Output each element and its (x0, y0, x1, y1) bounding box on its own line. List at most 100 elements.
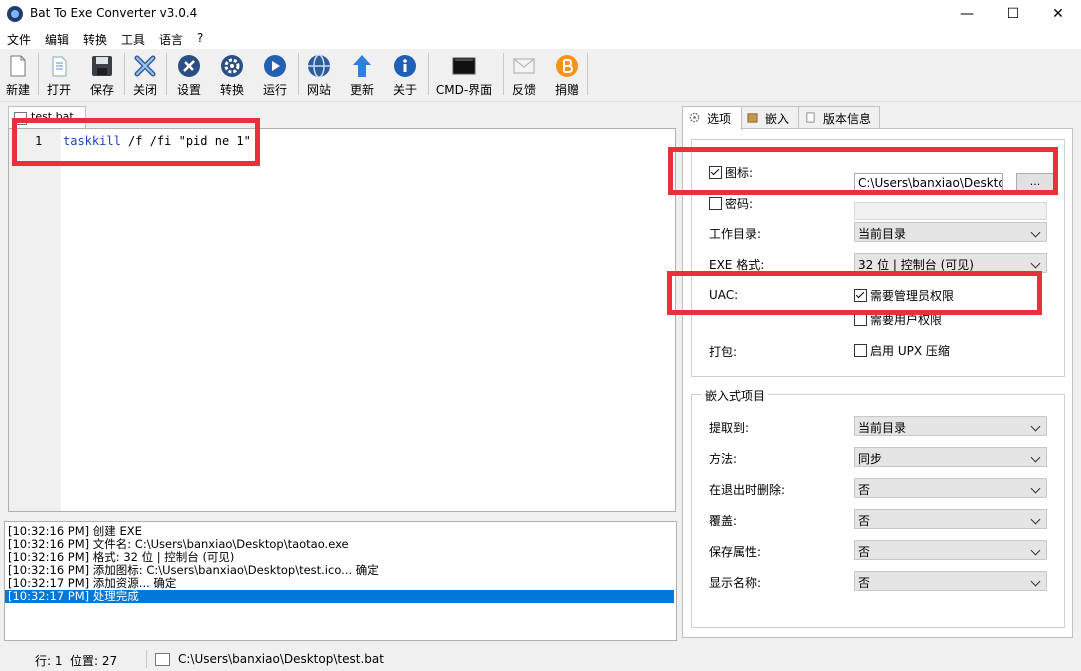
website-button[interactable]: 网站 (302, 51, 336, 99)
menu-bar: 文件 编辑 转换 工具 语言 ? (0, 28, 1081, 49)
status-position: 位置: 27 (70, 654, 118, 668)
save-attributes-select[interactable]: 否 (854, 540, 1047, 560)
output-log[interactable]: [10:32:16 PM] 创建 EXE [10:32:16 PM] 文件名: … (4, 521, 677, 641)
editor-tab-label: test.bat (31, 110, 74, 123)
chevron-down-icon (1030, 483, 1041, 494)
save-attributes-value: 否 (858, 545, 871, 559)
extract-to-select[interactable]: 当前目录 (854, 416, 1047, 436)
save-floppy-icon (92, 56, 112, 76)
exe-format-value: 32 位 | 控制台 (可见) (858, 258, 974, 272)
pack-label: 打包: (709, 345, 738, 359)
uac-admin-checkbox[interactable] (854, 289, 867, 302)
uac-user-checkbox[interactable] (854, 313, 867, 326)
method-select[interactable]: 同步 (854, 447, 1047, 467)
about-button[interactable]: 关于 (388, 51, 422, 99)
convert-button[interactable]: 转换 (215, 51, 249, 99)
window-title: Bat To Exe Converter v3.0.4 (30, 6, 198, 20)
line-number: 1 (35, 134, 43, 148)
save-attributes-label: 保存属性: (709, 545, 762, 559)
convert-label: 转换 (219, 83, 244, 97)
about-info-icon (394, 55, 416, 77)
uac-admin-label: 需要管理员权限 (870, 289, 955, 303)
workdir-select[interactable]: 当前目录 (854, 222, 1047, 242)
close-x-icon (134, 55, 156, 77)
update-label: 更新 (349, 83, 374, 97)
menu-convert[interactable]: 转换 (83, 31, 107, 48)
new-button[interactable]: 新建 (2, 51, 34, 99)
menu-language[interactable]: 语言 (159, 31, 183, 48)
code-line[interactable]: taskkill /f /fi "pid ne 1" (63, 134, 251, 148)
password-label: 密码: (725, 197, 754, 211)
cmd-console-icon (452, 57, 476, 75)
website-globe-icon (308, 54, 330, 78)
overwrite-select[interactable]: 否 (854, 509, 1047, 529)
tab-embed-label: 嵌入 (765, 112, 790, 126)
icon-path-field[interactable]: C:\Users\banxiao\Desktop\test.ico (854, 173, 1003, 193)
status-bar: 行: 1 位置: 27 C:\Users\banxiao\Desktop\tes… (0, 646, 1081, 671)
feedback-mail-icon (513, 58, 535, 74)
open-button[interactable]: 打开 (43, 51, 75, 99)
close-file-button[interactable]: 关闭 (129, 51, 161, 99)
code-editor[interactable]: 1 taskkill /f /fi "pid ne 1" (8, 128, 676, 512)
display-name-label: 显示名称: (709, 576, 762, 590)
open-label: 打开 (46, 83, 71, 97)
status-file-path: C:\Users\banxiao\Desktop\test.bat (178, 652, 384, 666)
uac-label: UAC: (709, 288, 739, 302)
update-button[interactable]: 更新 (345, 51, 379, 99)
log-row-selected[interactable]: [10:32:17 PM] 处理完成 (5, 590, 674, 603)
exe-format-label: EXE 格式: (709, 258, 765, 272)
tab-options[interactable]: 选项 (682, 106, 742, 130)
maximize-button[interactable]: ☐ (990, 0, 1036, 28)
save-label: 保存 (89, 83, 114, 97)
run-play-icon (264, 55, 286, 77)
upx-label: 启用 UPX 压缩 (870, 344, 950, 358)
editor-file-tab[interactable]: test.bat (8, 106, 86, 129)
settings-button[interactable]: 设置 (172, 51, 206, 99)
feedback-label: 反馈 (511, 83, 536, 97)
workdir-value: 当前目录 (858, 227, 907, 241)
menu-edit[interactable]: 编辑 (45, 31, 69, 48)
close-file-label: 关闭 (132, 83, 157, 97)
delete-on-exit-label: 在退出时删除: (709, 483, 786, 497)
chevron-down-icon (1030, 545, 1041, 556)
menu-tools[interactable]: 工具 (121, 31, 145, 48)
exe-format-select[interactable]: 32 位 | 控制台 (可见) (854, 253, 1047, 273)
run-button[interactable]: 运行 (258, 51, 292, 99)
delete-on-exit-value: 否 (858, 483, 871, 497)
cmd-interface-button[interactable]: CMD-界面 (432, 51, 496, 99)
update-arrow-icon (353, 55, 371, 77)
password-field[interactable] (854, 202, 1047, 220)
tab-version-info[interactable]: 版本信息 (798, 106, 880, 129)
overwrite-value: 否 (858, 514, 871, 528)
icon-checkbox[interactable] (709, 166, 722, 179)
status-separator (146, 650, 147, 668)
settings-label: 设置 (176, 83, 201, 97)
box-icon (747, 113, 758, 123)
save-button[interactable]: 保存 (86, 51, 118, 99)
code-arguments: /f /fi "pid ne 1" (120, 134, 251, 148)
menu-file[interactable]: 文件 (7, 31, 31, 48)
close-window-button[interactable]: ✕ (1035, 0, 1081, 28)
uac-user-label: 需要用户权限 (870, 313, 943, 327)
minimize-button[interactable]: — (944, 0, 990, 28)
tab-version-info-label: 版本信息 (823, 112, 872, 126)
feedback-button[interactable]: 反馈 (507, 51, 541, 99)
donate-label: 捐赠 (554, 83, 579, 97)
chevron-down-icon (1030, 421, 1041, 432)
tab-embed[interactable]: 嵌入 (740, 106, 800, 129)
chevron-down-icon (1030, 227, 1041, 238)
open-folder-icon (52, 56, 67, 77)
display-name-select[interactable]: 否 (854, 571, 1047, 591)
extract-to-label: 提取到: (709, 421, 750, 435)
chevron-down-icon (1030, 576, 1041, 587)
new-label: 新建 (5, 83, 30, 97)
browse-icon-button[interactable]: ... (1016, 173, 1054, 193)
chevron-down-icon (1030, 258, 1041, 269)
upx-checkbox[interactable] (854, 344, 867, 357)
donate-button[interactable]: 捐赠 (550, 51, 584, 99)
gear-icon (689, 112, 700, 123)
menu-help[interactable]: ? (197, 31, 203, 45)
password-checkbox[interactable] (709, 197, 722, 210)
delete-on-exit-select[interactable]: 否 (854, 478, 1047, 498)
convert-gear-icon (221, 55, 243, 77)
